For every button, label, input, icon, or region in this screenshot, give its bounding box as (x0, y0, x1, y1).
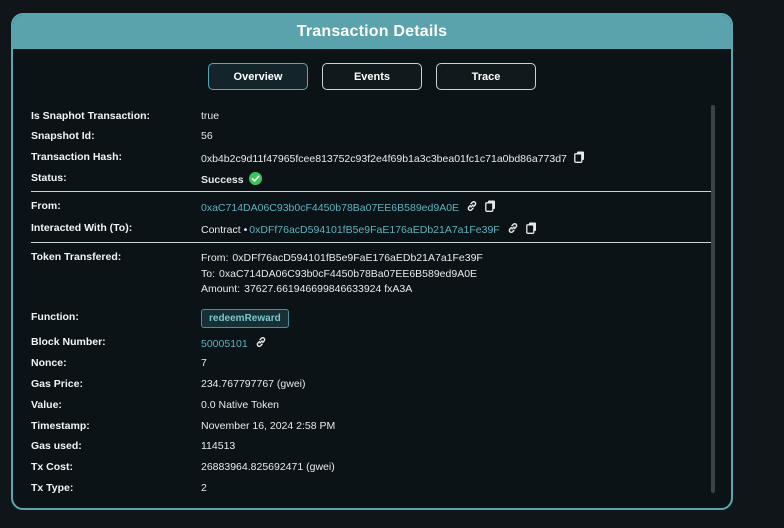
label-block-number: Block Number: (31, 336, 106, 348)
copy-icon[interactable] (574, 151, 585, 166)
to-address-link[interactable]: 0xDFf76acD594101fB5e9FaE176aEDb21A7a1Fe3… (249, 224, 499, 236)
token-to-address: 0xaC714DA06C93b0cF4450b78Ba07EE6B589ed9A… (219, 267, 478, 280)
label-status: Status: (31, 172, 67, 184)
value-timestamp: November 16, 2024 2:58 PM (201, 420, 336, 432)
label-tx-cost: Tx Cost: (31, 461, 73, 473)
value-tx-hash-wrap: 0xb4b2c9d11f47965fcee813752c93f2e4f69b1a… (201, 151, 585, 166)
value-tx-hash: 0xb4b2c9d11f47965fcee813752c93f2e4f69b1a… (201, 152, 567, 165)
block-number-link[interactable]: 50005101 (201, 338, 248, 350)
value-status-wrap: Success (201, 172, 262, 188)
from-address-link[interactable]: 0xaC714DA06C93b0cF4450b78Ba07EE6B589ed9A… (201, 202, 459, 214)
scrollbar[interactable] (711, 105, 715, 493)
token-from-label: From: (201, 252, 229, 264)
value-snapshot-id: 56 (201, 130, 213, 142)
label-function: Function: (31, 311, 79, 323)
label-token-transfered: Token Transfered: (31, 251, 122, 263)
label-tx-hash: Transaction Hash: (31, 151, 123, 163)
copy-icon[interactable] (485, 200, 496, 215)
value-function-wrap: redeemReward (201, 309, 289, 328)
value-nonce: 7 (201, 357, 207, 369)
label-timestamp: Timestamp: (31, 420, 90, 432)
token-amount: 37627.661946699846633924 fxA3A (244, 283, 413, 295)
value-interacted-wrap: Contract • 0xDFf76acD594101fB5e9FaE176aE… (201, 222, 537, 237)
details-content: Is Snaphot Transaction: true Snapshot Id… (31, 105, 711, 500)
label-nonce: Nonce: (31, 357, 67, 369)
value-from-wrap: 0xaC714DA06C93b0cF4450b78Ba07EE6B589ed9A… (201, 200, 496, 215)
label-is-snapshot: Is Snaphot Transaction: (31, 110, 151, 122)
function-badge: redeemReward (201, 309, 289, 328)
token-from-address: 0xDFf76acD594101fB5e9FaE176aEDb21A7a1Fe3… (232, 252, 483, 264)
value-is-snapshot: true (201, 110, 220, 122)
status-badge: Success (201, 174, 244, 186)
token-from-line: From: 0xDFf76acD594101fB5e9FaE176aEDb21A7… (201, 251, 483, 267)
tab-bar: Overview Events Trace (13, 63, 731, 90)
check-circle-icon (248, 172, 262, 188)
label-tx-type: Tx Type: (31, 482, 74, 494)
label-from: From: (31, 200, 61, 212)
tab-trace[interactable]: Trace (436, 63, 536, 90)
contract-prefix: Contract • (201, 223, 248, 236)
value-block-wrap: 50005101 (201, 336, 267, 351)
copy-icon[interactable] (525, 222, 537, 237)
label-snapshot-id: Snapshot Id: (31, 130, 95, 142)
modal-header: Transaction Details (13, 15, 731, 49)
label-gas-price: Gas Price: (31, 378, 83, 390)
divider (31, 191, 711, 192)
token-transfer-details: From: 0xDFf76acD594101fB5e9FaE176aEDb21A7… (201, 251, 483, 298)
token-to-line: To: 0xaC714DA06C93b0cF4450b78Ba07EE6B589e… (201, 267, 483, 283)
value-gas-used: 114513 (201, 440, 236, 452)
token-to-label: To: (201, 267, 216, 280)
value-value: 0.0 Native Token (201, 399, 280, 411)
label-interacted-with: Interacted With (To): (31, 222, 133, 234)
link-icon[interactable] (466, 200, 478, 215)
link-icon[interactable] (507, 222, 519, 237)
value-gas-price: 234.767797767 (gwei) (201, 378, 306, 390)
label-gas-used: Gas used: (31, 440, 82, 452)
label-value: Value: (31, 399, 62, 411)
tab-overview[interactable]: Overview (208, 63, 308, 90)
link-icon[interactable] (255, 336, 267, 351)
value-tx-type: 2 (201, 482, 207, 494)
divider (31, 242, 711, 243)
value-tx-cost: 26883964.825692471 (gwei) (201, 461, 335, 473)
token-amount-line: Amount: 37627.661946699846633924 fxA3A (201, 282, 483, 298)
tab-events[interactable]: Events (322, 63, 422, 90)
transaction-details-modal: Transaction Details Overview Events Trac… (11, 13, 733, 510)
token-amount-label: Amount: (201, 283, 241, 295)
modal-title: Transaction Details (296, 23, 448, 40)
